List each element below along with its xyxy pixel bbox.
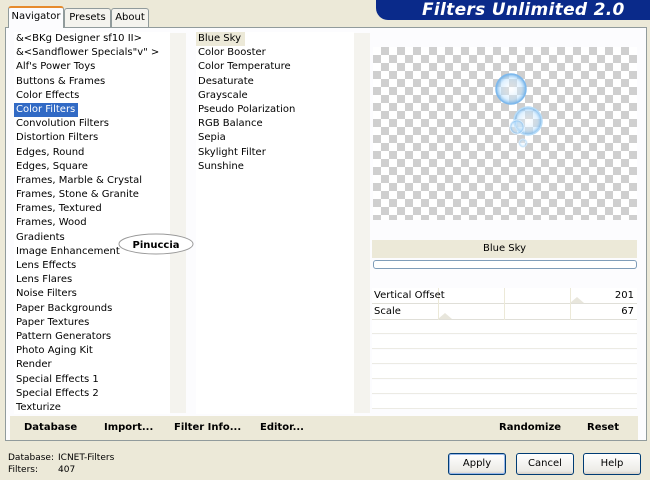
status-filters-value: 407 xyxy=(58,465,76,475)
category-list-item[interactable]: &<BKg Designer sf10 II> xyxy=(14,33,142,44)
pinuccia-watermark: Pinuccia xyxy=(118,233,194,255)
editor-button[interactable]: Editor... xyxy=(260,421,304,435)
empty-parameter-row xyxy=(372,380,637,394)
category-list-item[interactable]: Render xyxy=(14,359,52,370)
filter-list-item[interactable]: Pseudo Polarization xyxy=(196,104,295,115)
tab-about-label: About xyxy=(115,12,145,23)
category-list-item[interactable]: Special Effects 1 xyxy=(14,374,99,385)
preview-image xyxy=(495,73,543,148)
app-title-banner: Filters Unlimited 2.0 xyxy=(376,0,650,20)
tab-presets-label: Presets xyxy=(69,12,106,23)
filter-list-item[interactable]: Grayscale xyxy=(196,90,248,101)
filter-list[interactable]: Blue Sky Color Booster Color Temperature De… xyxy=(196,32,354,414)
category-list-item[interactable]: Image Enhancement xyxy=(14,246,120,257)
category-list-item[interactable]: Special Effects 2 xyxy=(14,388,99,399)
category-list-item[interactable]: Paper Textures xyxy=(14,317,89,328)
apply-button[interactable]: Apply xyxy=(448,453,506,475)
filter-list-item[interactable]: Color Temperature xyxy=(196,61,291,72)
empty-parameter-row xyxy=(372,395,637,409)
category-list-item[interactable]: Edges, Round xyxy=(14,147,84,158)
filter-title: Blue Sky xyxy=(482,243,526,254)
filter-list-item[interactable]: Color Booster xyxy=(196,47,266,58)
filter-title-bar: Blue Sky xyxy=(372,240,637,258)
category-list-item[interactable]: Edges, Square xyxy=(14,161,88,172)
filter-list-item[interactable]: Blue Sky xyxy=(196,32,246,47)
import-button[interactable]: Import... xyxy=(104,421,153,435)
database-button[interactable]: Database xyxy=(24,421,77,435)
slider-vertical-offset[interactable]: Vertical Offset 201 xyxy=(372,288,637,304)
category-list-item[interactable]: Frames, Textured xyxy=(14,203,102,214)
slider-scale[interactable]: Scale 67 xyxy=(372,304,637,320)
category-list-item[interactable]: Photo Aging Kit xyxy=(14,345,93,356)
slider-thumb[interactable] xyxy=(438,313,452,319)
bubble-shape xyxy=(509,119,525,135)
category-list-item[interactable]: Buttons & Frames xyxy=(14,76,105,87)
category-list-item[interactable]: Pattern Generators xyxy=(14,331,111,342)
slider-label: Scale xyxy=(374,306,401,317)
tab-navigator-label: Navigator xyxy=(11,11,61,22)
status-database-value: ICNET-Filters xyxy=(58,453,115,463)
slider-value: 67 xyxy=(621,306,634,317)
watermark-text: Pinuccia xyxy=(132,240,179,251)
category-list-item[interactable]: Color Filters xyxy=(14,102,79,118)
filter-list-item[interactable]: Skylight Filter xyxy=(196,147,266,158)
filter-list-item[interactable]: Sunshine xyxy=(196,161,244,172)
category-list-item[interactable]: Lens Effects xyxy=(14,260,76,271)
empty-parameter-row xyxy=(372,350,637,364)
slider-value: 201 xyxy=(614,290,634,301)
app-title: Filters Unlimited 2.0 xyxy=(422,0,625,20)
filter-info-button[interactable]: Filter Info... xyxy=(174,421,241,435)
category-list-item[interactable]: Alf's Power Toys xyxy=(14,61,95,72)
randomize-button[interactable]: Randomize xyxy=(499,421,561,435)
category-list-item[interactable]: Color Effects xyxy=(14,90,79,101)
category-list-item[interactable]: Convolution Filters xyxy=(14,118,109,129)
category-list-item[interactable]: Lens Flares xyxy=(14,274,72,285)
empty-parameter-row xyxy=(372,335,637,349)
empty-parameter-row xyxy=(372,320,637,334)
category-list-item[interactable]: Noise Filters xyxy=(14,288,77,299)
category-list-item[interactable]: Frames, Stone & Granite xyxy=(14,189,139,200)
category-list-item[interactable]: Distortion Filters xyxy=(14,132,98,143)
tab-presets[interactable]: Presets xyxy=(64,8,111,27)
slider-label: Vertical Offset xyxy=(374,290,445,301)
category-list-item[interactable]: &<Sandflower Specials"v" > xyxy=(14,47,159,58)
filter-list-scrollbar[interactable] xyxy=(354,33,370,413)
empty-parameter-row xyxy=(372,365,637,379)
category-list[interactable]: &<BKg Designer sf10 II> &<Sandflower Spec… xyxy=(14,32,170,414)
progress-bar xyxy=(373,260,637,269)
help-button[interactable]: Help xyxy=(583,453,641,475)
filter-list-item[interactable]: RGB Balance xyxy=(196,118,263,129)
filter-list-item[interactable]: Desaturate xyxy=(196,76,254,87)
slider-thumb[interactable] xyxy=(570,297,584,303)
category-list-item[interactable]: Gradients xyxy=(14,232,65,243)
category-list-item[interactable]: Frames, Marble & Crystal xyxy=(14,175,142,186)
category-list-item[interactable]: Paper Backgrounds xyxy=(14,303,112,314)
bubble-shape xyxy=(495,73,527,105)
tab-about[interactable]: About xyxy=(111,8,149,27)
tab-navigator[interactable]: Navigator xyxy=(8,6,64,28)
bubble-shape xyxy=(518,138,528,148)
category-list-scrollbar[interactable] xyxy=(170,33,186,413)
filter-list-item[interactable]: Sepia xyxy=(196,132,226,143)
category-list-item[interactable]: Texturize xyxy=(14,402,61,413)
reset-button[interactable]: Reset xyxy=(587,421,619,435)
status-filters-label: Filters: xyxy=(8,465,39,475)
status-database-label: Database: xyxy=(8,453,54,463)
cancel-button[interactable]: Cancel xyxy=(516,453,574,475)
category-list-item[interactable]: Frames, Wood xyxy=(14,217,87,228)
preview-area[interactable] xyxy=(373,47,637,220)
